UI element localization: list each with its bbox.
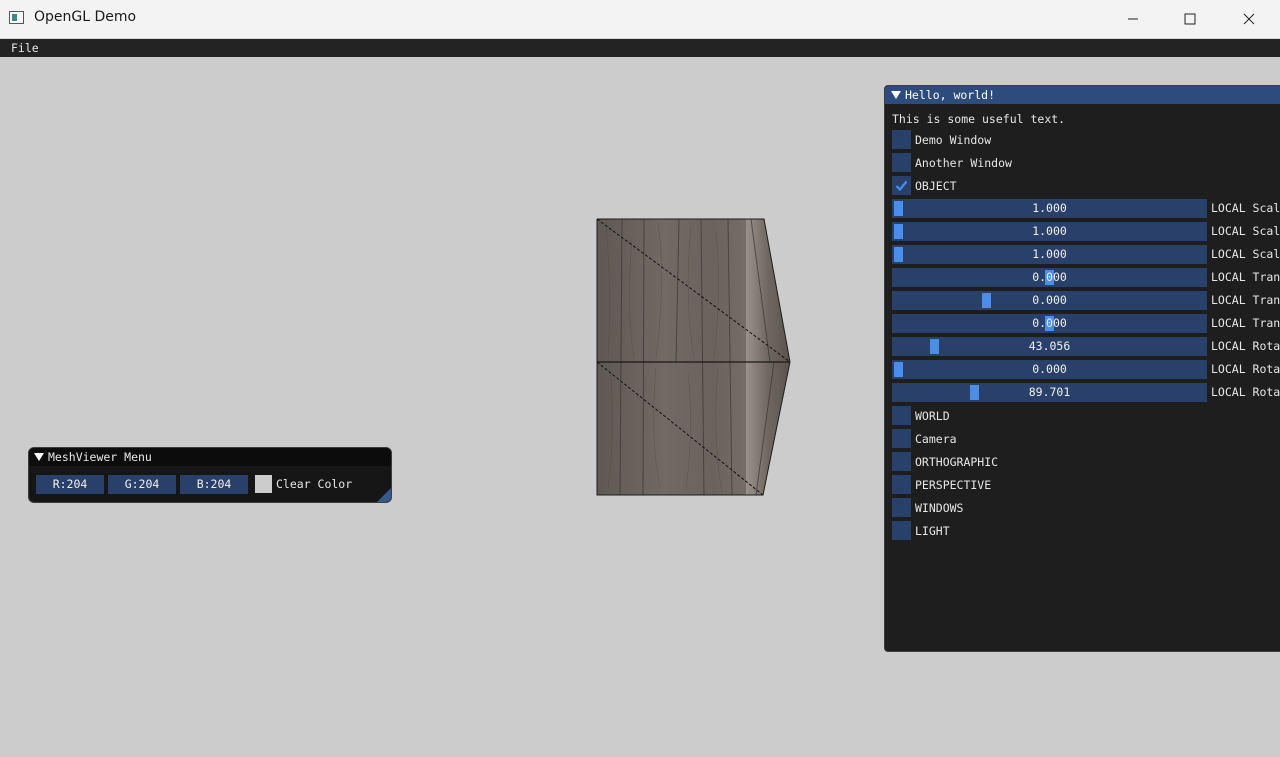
world-label: WORLD [915,408,950,423]
maximize-button[interactable] [1161,0,1219,38]
minimize-button[interactable] [1104,0,1162,38]
perspective-checkbox-row[interactable]: PERSPECTIVE [892,475,991,494]
minimize-icon [1128,18,1138,20]
slider-label: LOCAL Rota [1211,362,1280,376]
checkmark-icon [895,180,908,192]
slider-value: 43.056 [1028,339,1071,353]
transform-slider[interactable]: 0.000 [892,291,1207,310]
slider-label: LOCAL Scal [1211,224,1280,238]
useful-text: This is some useful text. [892,112,1066,126]
transform-slider[interactable]: 1.000 [892,222,1207,241]
light-checkbox[interactable] [892,521,911,540]
hello-world-window: Hello, world! This is some useful text. … [884,85,1280,652]
close-button[interactable] [1220,0,1278,38]
windows-checkbox-row[interactable]: WINDOWS [892,498,963,517]
transform-slider[interactable]: 1.000 [892,199,1207,218]
slider-value: 0.000 [1032,293,1067,307]
transform-slider[interactable]: 1.000 [892,245,1207,264]
object-checkbox[interactable] [892,176,911,195]
meshviewer-titlebar[interactable]: MeshViewer Menu [29,448,391,466]
slider-label: LOCAL Rota [1211,385,1280,399]
another-window-checkbox-row[interactable]: Another Window [892,153,1012,172]
slider-value: 0.000 [1032,270,1067,284]
slider-value: 1.000 [1032,247,1067,261]
camera-label: Camera [915,431,957,446]
slider-value: 0.000 [1032,316,1067,330]
demo-window-checkbox[interactable] [892,130,911,149]
orthographic-checkbox[interactable] [892,452,911,471]
transform-slider[interactable]: 43.056 [892,337,1207,356]
light-label: LIGHT [915,523,950,538]
clear-color-swatch[interactable] [255,475,272,493]
menu-file[interactable]: File [11,40,39,56]
maximize-icon [1184,13,1196,25]
slider-value: 1.000 [1032,224,1067,238]
windows-label: WINDOWS [915,500,964,515]
transform-slider[interactable]: 0.000 [892,314,1207,333]
slider-label: LOCAL Rota [1211,339,1280,353]
clear-color-label: Clear Color [276,477,353,491]
transform-slider[interactable]: 0.000 [892,360,1207,379]
red-channel-field[interactable]: R:204 [36,475,104,494]
blue-channel-field[interactable]: B:204 [180,475,248,494]
window-title: OpenGL Demo [34,9,137,25]
slider-value: 0.000 [1032,362,1067,376]
hello-world-titlebar[interactable]: Hello, world! [885,86,1280,104]
window-titlebar: OpenGL Demo [0,0,1280,39]
light-checkbox-row[interactable]: LIGHT [892,521,950,540]
transform-slider[interactable]: 89.701 [892,383,1207,402]
app-icon [9,11,24,24]
slider-value: 89.701 [1028,385,1071,399]
green-channel-field[interactable]: G:204 [108,475,176,494]
object-label: OBJECT [915,178,957,193]
slider-label: LOCAL Tran [1211,270,1280,284]
world-checkbox-row[interactable]: WORLD [892,406,950,425]
collapse-arrow-icon[interactable] [891,91,901,99]
object-checkbox-row[interactable]: OBJECT [892,176,957,195]
perspective-checkbox[interactable] [892,475,911,494]
windows-checkbox[interactable] [892,498,911,517]
another-window-label: Another Window [915,155,1012,170]
menu-bar: File [0,39,1280,57]
resize-grip-icon[interactable] [377,488,391,502]
camera-checkbox-row[interactable]: Camera [892,429,957,448]
demo-window-checkbox-row[interactable]: Demo Window [892,130,991,149]
rendered-crate-mesh [596,218,791,496]
perspective-label: PERSPECTIVE [915,477,992,492]
orthographic-checkbox-row[interactable]: ORTHOGRAPHIC [892,452,998,471]
slider-label: LOCAL Tran [1211,316,1280,330]
orthographic-label: ORTHOGRAPHIC [915,454,999,469]
transform-slider[interactable]: 0.000 [892,268,1207,287]
another-window-checkbox[interactable] [892,153,911,172]
close-icon [1243,13,1255,25]
collapse-arrow-icon[interactable] [34,453,44,461]
slider-label: LOCAL Tran [1211,293,1280,307]
slider-label: LOCAL Scal [1211,201,1280,215]
world-checkbox[interactable] [892,406,911,425]
hello-world-title: Hello, world! [905,88,996,102]
demo-window-label: Demo Window [915,132,992,147]
camera-checkbox[interactable] [892,429,911,448]
meshviewer-menu-window: MeshViewer Menu R:204 G:204 B:204 Clear … [28,447,392,503]
meshviewer-title: MeshViewer Menu [48,450,152,464]
slider-label: LOCAL Scal [1211,247,1280,261]
slider-value: 1.000 [1032,201,1067,215]
